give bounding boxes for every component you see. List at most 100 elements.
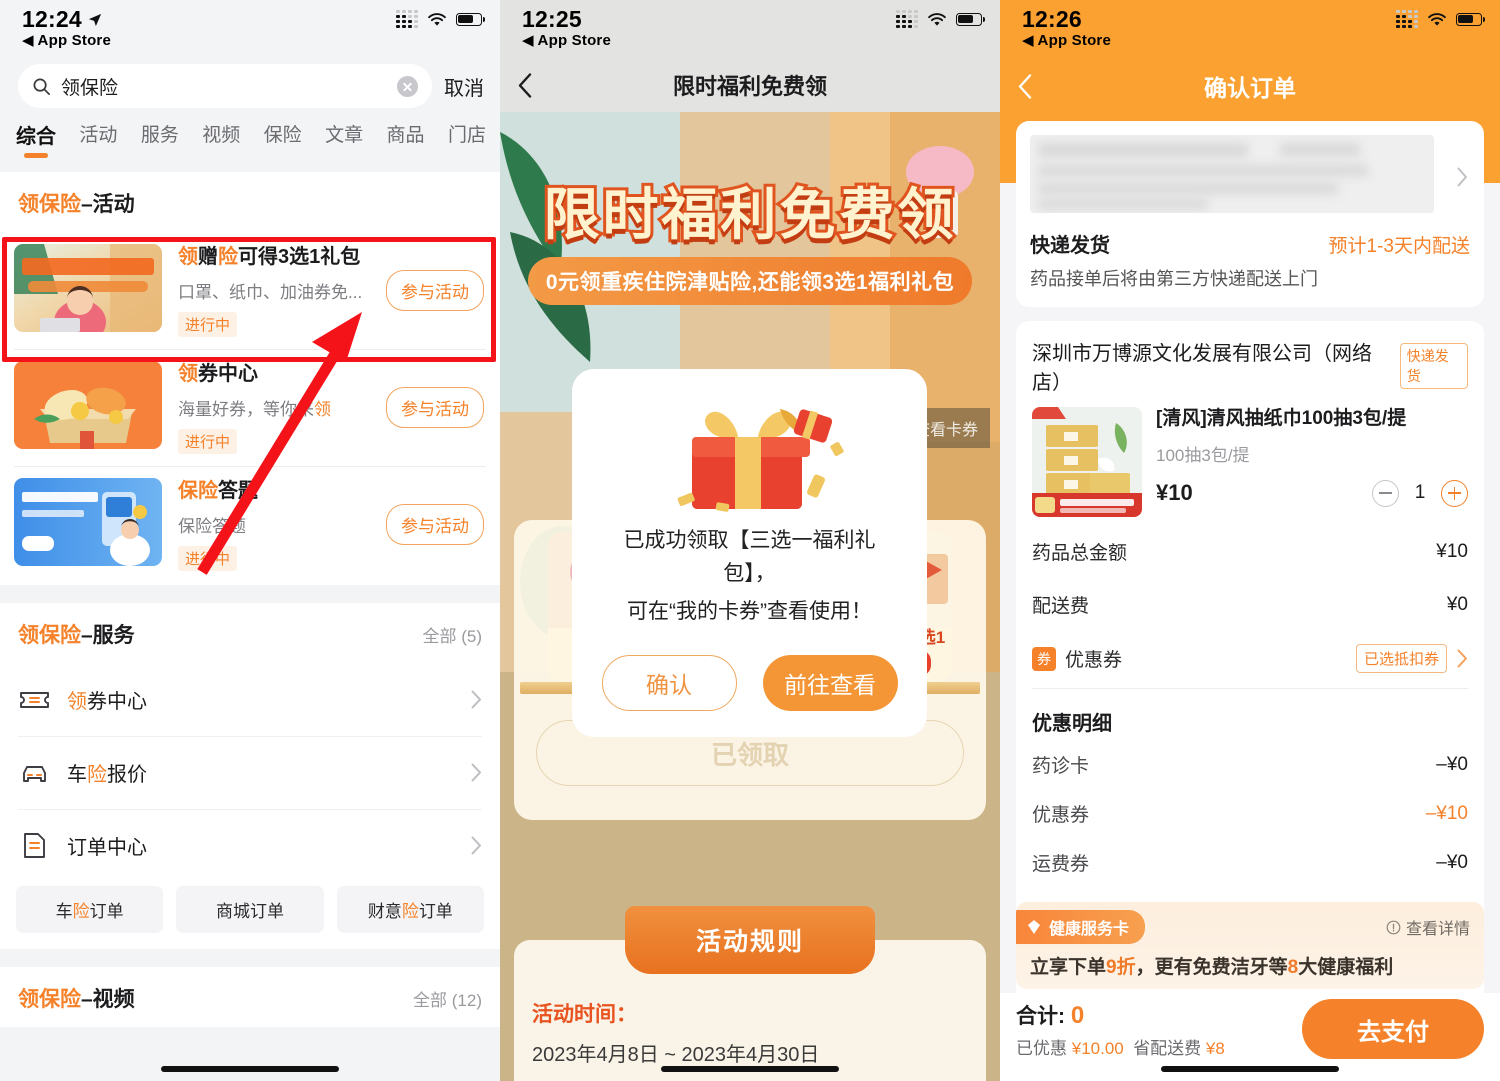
join-activity-button[interactable]: 参与活动 — [386, 387, 484, 428]
pay-total: 合计: 0 — [1016, 1001, 1085, 1029]
list-item[interactable]: 保险答题 保险答题 进行中 参与活动 — [0, 466, 500, 583]
health-card-text: 立享下单9折，更有免费洁牙等8大健康福利 — [1030, 957, 1394, 978]
chevron-right-icon[interactable] — [1457, 649, 1468, 668]
activity-text: 保险答题 保险答题 进行中 — [178, 478, 370, 571]
fee-label: 药品总金额 — [1032, 543, 1128, 564]
activity-subtitle: 保险答题 — [178, 517, 246, 536]
question-circle-icon — [1386, 920, 1401, 934]
success-modal-overlay: 已成功领取【三选一福利礼包】， 可在“我的卡券”查看使用！ 确认 前往查看 — [500, 0, 1000, 1081]
panel-confirm-order: 12:26 ◀ App Store 确认订单 快递发货 预计1-3天内配送 药品… — [1000, 0, 1500, 1081]
chip-car-insurance-order[interactable]: 车险订单 — [16, 886, 164, 933]
service-label: 订单中心 — [67, 837, 147, 859]
modal-message-line2: 可在“我的卡券”查看使用！ — [627, 600, 872, 624]
tab-文章[interactable]: 文章 — [325, 120, 363, 156]
join-activity-button[interactable]: 参与活动 — [386, 270, 484, 311]
service-label: 领券中心 — [67, 691, 147, 713]
item-price: ¥10 — [1156, 480, 1193, 506]
item-title: [清风]清风抽纸巾100抽3包/提 — [1156, 408, 1407, 429]
search-icon — [33, 78, 50, 95]
tab-商品[interactable]: 商品 — [387, 120, 425, 156]
page-title: 确认订单 — [1204, 75, 1296, 101]
chip-wealth-insurance-order[interactable]: 财意险订单 — [336, 886, 484, 933]
status-back-app[interactable]: ◀ App Store — [1022, 31, 1482, 49]
tab-服务[interactable]: 服务 — [141, 120, 179, 156]
coupon-row[interactable]: 券 优惠券 已选抵扣券 — [1016, 631, 1484, 686]
chevron-right-icon — [471, 763, 481, 782]
coupon-label: 优惠券 — [1065, 650, 1123, 671]
chevron-left-icon[interactable] — [1018, 73, 1032, 99]
status-time: 12:26 — [1022, 6, 1082, 32]
activity-title: 领券中心 — [178, 363, 258, 385]
tab-门店[interactable]: 门店 — [448, 120, 486, 156]
section-title: 领保险–活动 — [18, 193, 135, 216]
tab-活动[interactable]: 活动 — [79, 120, 117, 156]
item-details: [清风]清风抽纸巾100抽3包/提 100抽3包/提 ¥10 1 — [1156, 407, 1468, 517]
wifi-icon — [1428, 12, 1446, 26]
health-card-top: 健康服务卡 查看详情 — [1016, 910, 1484, 944]
item-price-row: ¥10 1 — [1156, 479, 1468, 507]
activity-title: 保险答题 — [178, 480, 258, 502]
wifi-icon — [428, 12, 446, 26]
list-item[interactable]: 领券中心 海量好券，等你来领 进行中 参与活动 — [0, 349, 500, 466]
insurance-quiz-thumb — [14, 478, 162, 566]
search-input[interactable]: 领保险 — [18, 64, 432, 108]
discount-value: –¥10 — [1425, 802, 1468, 824]
nav-bar: 确认订单 — [1000, 58, 1500, 114]
tab-保险[interactable]: 保险 — [264, 120, 302, 156]
goto-view-button[interactable]: 前往查看 — [762, 654, 898, 711]
panel-search-results: 12:24 ◀ App Store 领保险 取消 综合 活动 服务 视频 保险 … — [0, 0, 500, 1081]
confirm-button[interactable]: 确认 — [601, 654, 737, 711]
discount-row: 药诊卡 –¥0 — [1016, 740, 1484, 789]
signal-icon — [1396, 10, 1418, 28]
sidebar-item-coupon-center[interactable]: 领券中心 — [0, 663, 500, 736]
view-detail-link[interactable]: 查看详情 — [1386, 915, 1470, 939]
fee-value: ¥10 — [1436, 540, 1468, 562]
view-all-videos[interactable]: 全部 (12) — [413, 986, 482, 1011]
gift-box-icon — [598, 391, 901, 519]
masked-address-block — [1030, 135, 1434, 213]
coupon-icon: 券 — [1032, 646, 1056, 671]
view-all-services[interactable]: 全部 (5) — [423, 622, 483, 647]
discount-row: 运费券 –¥0 — [1016, 838, 1484, 887]
tab-视频[interactable]: 视频 — [202, 120, 240, 156]
quantity-stepper[interactable]: 1 — [1372, 479, 1468, 507]
discount-label: 运费券 — [1032, 854, 1090, 875]
plus-circle-icon[interactable] — [1441, 479, 1468, 507]
cancel-button[interactable]: 取消 — [444, 72, 484, 101]
join-activity-button[interactable]: 参与活动 — [386, 504, 484, 545]
list-item[interactable]: 领赠险可得3选1礼包 口罩、纸巾、加油券免... 进行中 参与活动 — [0, 232, 500, 349]
tab-综合[interactable]: 综合 — [16, 120, 56, 158]
chevron-right-icon[interactable] — [1457, 167, 1468, 187]
section-title: 领保险–视频 — [18, 988, 135, 1011]
result-tabs: 综合 活动 服务 视频 保险 文章 商品 门店 — [0, 118, 500, 172]
coupon-ticket-icon — [20, 692, 49, 708]
order-item[interactable]: [清风]清风抽纸巾100抽3包/提 100抽3包/提 ¥10 1 — [1016, 405, 1484, 525]
address-card[interactable]: 快递发货 预计1-3天内配送 药品接单后将由第三方快递配送上门 — [1016, 121, 1484, 307]
clear-circle-icon[interactable] — [397, 75, 418, 97]
health-card-badge: 健康服务卡 — [1016, 910, 1146, 944]
chevron-left-icon[interactable] — [518, 72, 532, 98]
chip-mall-order[interactable]: 商城订单 — [176, 886, 324, 933]
activity-title: 领赠险可得3选1礼包 — [178, 246, 361, 268]
pay-button[interactable]: 去支付 — [1302, 999, 1484, 1059]
panel-activity-page: 12:25 ◀ App Store 限时福利免费领 限时福利免费领 0元领重疾住… — [500, 0, 1000, 1081]
shop-badge: 快递发货 — [1399, 343, 1468, 389]
health-service-card[interactable]: 健康服务卡 查看详情 立享下单9折，更有免费洁牙等8大健康福利 — [1016, 902, 1484, 989]
shop-row[interactable]: 深圳市万博源文化发展有限公司（网络店） 快递发货 — [1016, 321, 1484, 405]
chevron-right-icon — [471, 690, 481, 709]
signal-icon — [396, 10, 418, 28]
car-icon — [23, 766, 46, 782]
fee-label: 配送费 — [1032, 596, 1090, 617]
modal-message-line1: 已成功领取【三选一福利礼包】， — [623, 529, 876, 585]
three-panel-screenshot: 12:24 ◀ App Store 领保险 取消 综合 活动 服务 视频 保险 … — [0, 0, 1500, 1081]
banner-free-gift-thumb — [14, 244, 162, 332]
minus-circle-icon[interactable] — [1372, 479, 1399, 507]
coupon-selected-tag: 已选抵扣券 — [1355, 644, 1447, 673]
status-time-group: 12:24 — [22, 6, 102, 33]
discount-title: 优惠明细 — [1032, 713, 1112, 735]
status-back-app[interactable]: ◀ App Store — [22, 31, 482, 49]
sidebar-item-car-insurance-quote[interactable]: 车险报价 — [0, 736, 500, 809]
discount-value: –¥0 — [1436, 753, 1468, 775]
sidebar-item-order-center[interactable]: 订单中心 — [0, 809, 500, 882]
battery-icon — [456, 12, 485, 26]
